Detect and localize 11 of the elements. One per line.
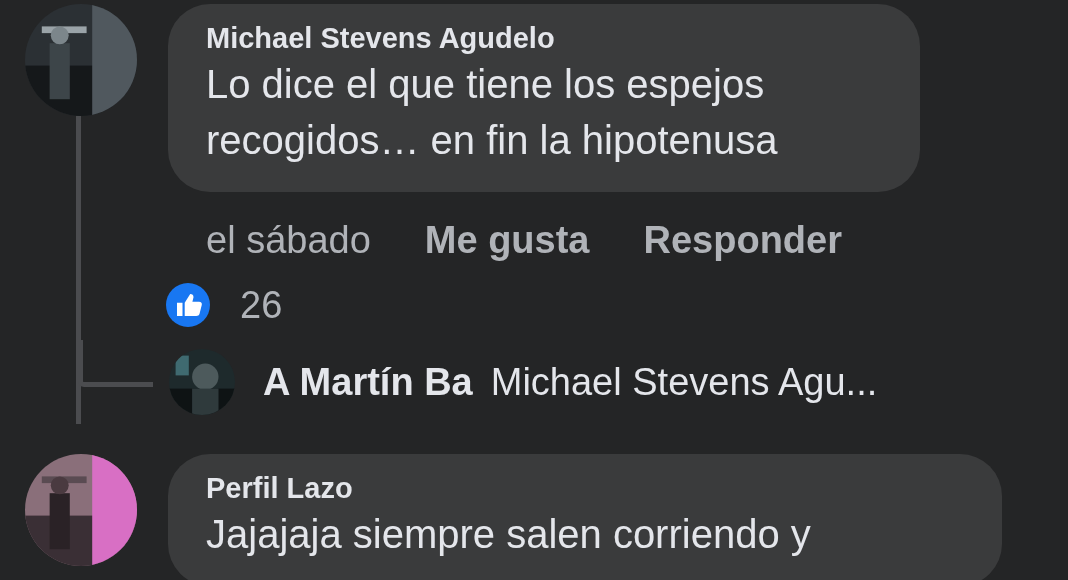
like-icon[interactable]	[166, 283, 210, 327]
reply-author[interactable]: A Martín Ba	[263, 360, 473, 404]
action-link[interactable]: Responder	[643, 210, 842, 270]
action-link[interactable]: Me gusta	[424, 210, 590, 270]
author-name[interactable]: Michael Stevens Agudelo	[206, 20, 882, 56]
reply-preview-text[interactable]: Michael Stevens Agu...	[490, 360, 878, 404]
author-name[interactable]: Perfil Lazo	[206, 470, 964, 506]
comment-text: Jajajaja siempre salen corriendo y	[206, 511, 812, 558]
timestamp: el sábado	[206, 218, 371, 263]
reaction-count: 26	[240, 283, 283, 327]
comment-text: Lo dice el que tiene los espejos recogidos… en fin la hipotenusa	[206, 61, 779, 164]
